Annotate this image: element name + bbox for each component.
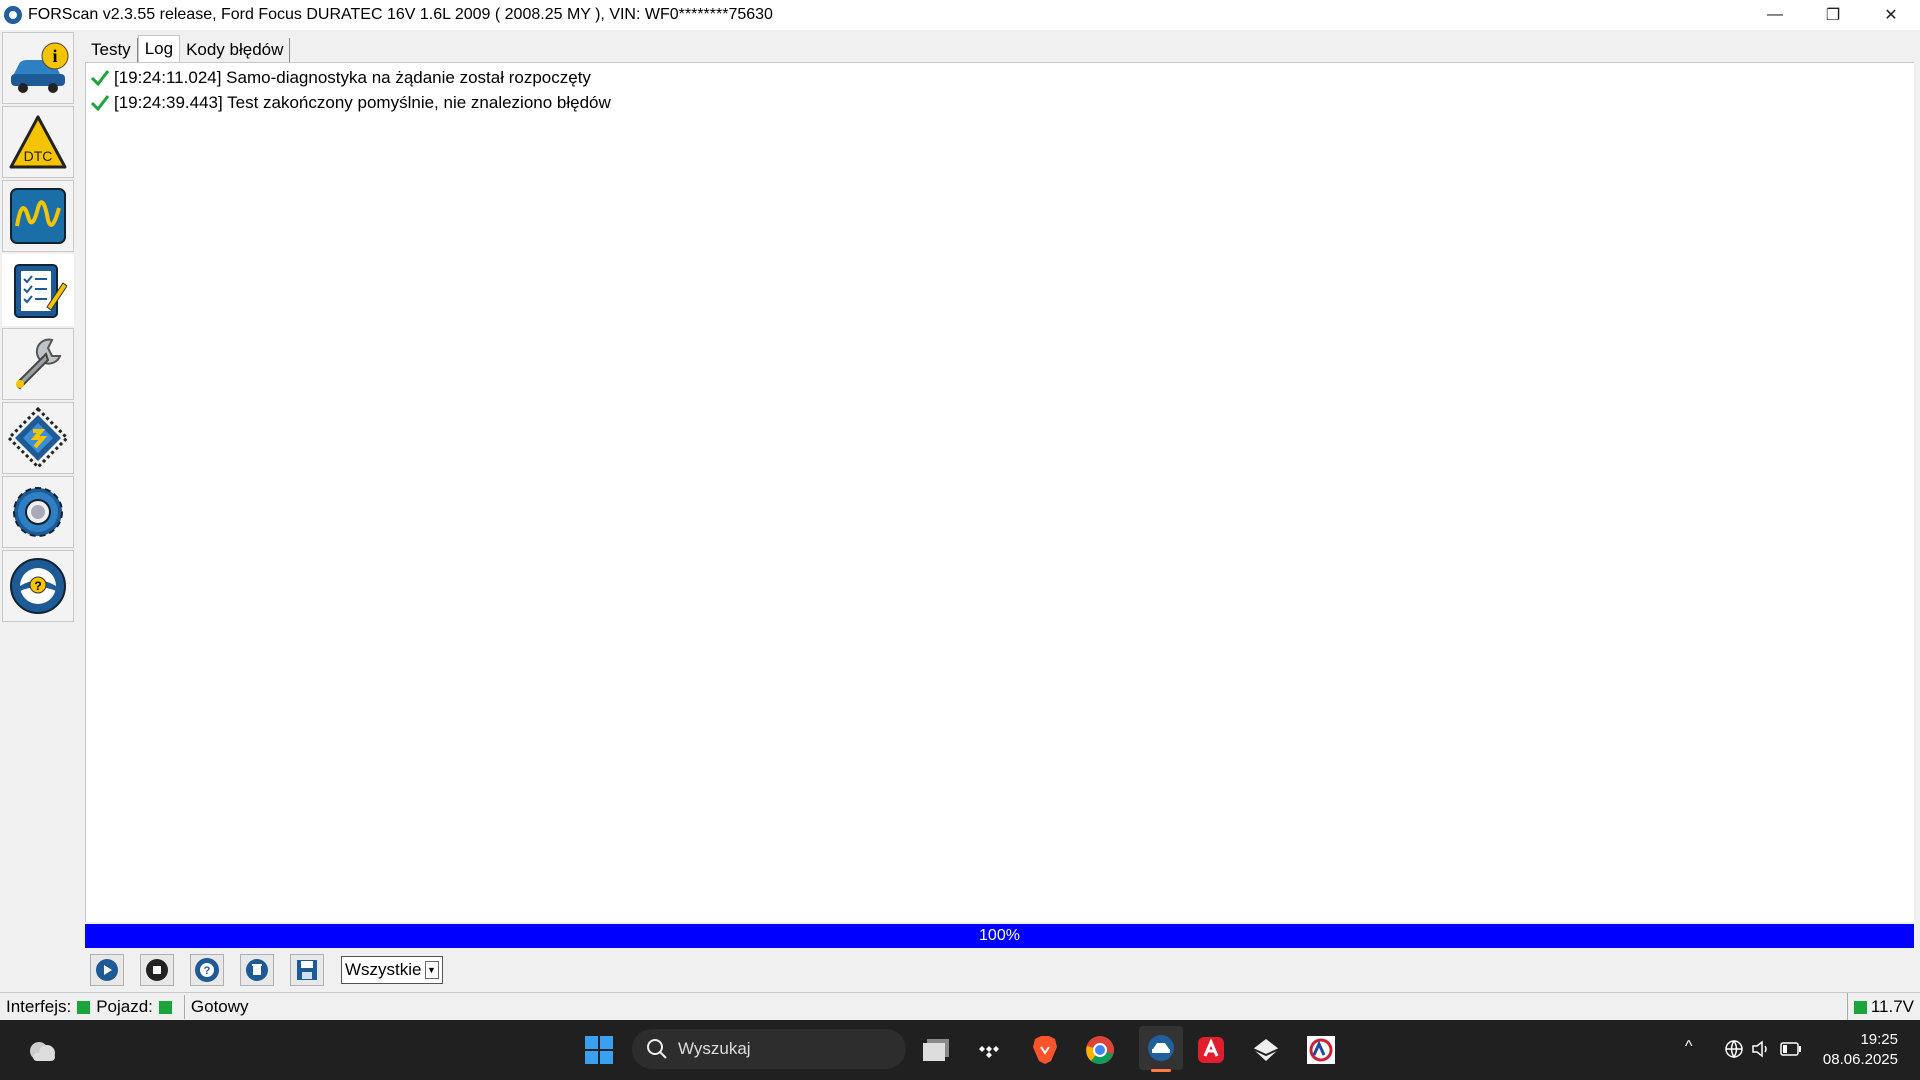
- progress-bar: 100%: [85, 924, 1914, 948]
- window-title: FORScan v2.3.55 release, Ford Focus DURA…: [28, 6, 773, 23]
- vehicle-indicator: [158, 1000, 172, 1014]
- stop-button[interactable]: [140, 954, 174, 986]
- network-icon[interactable]: [1722, 1036, 1746, 1062]
- voltage-value: 11.7V: [1870, 997, 1914, 1016]
- main-content: Testy Log Kody błędów [19:24:11.024] Sam…: [85, 30, 1914, 992]
- taskbar-app-brave[interactable]: [1029, 1034, 1061, 1066]
- taskbar-app-chrome[interactable]: [1084, 1034, 1116, 1066]
- sidebar-item-tests[interactable]: [2, 254, 74, 326]
- envelope-icon: [1252, 1039, 1280, 1061]
- vehicle-label: Pojazd:: [96, 997, 153, 1016]
- tidal-icon: [979, 1046, 999, 1058]
- close-button[interactable]: ✕: [1862, 0, 1920, 30]
- window-controls: — ❐ ✕: [1746, 0, 1920, 30]
- interface-indicator: [77, 1000, 91, 1014]
- taskbar-app-autocom[interactable]: [1305, 1034, 1337, 1066]
- sidebar-item-configuration[interactable]: [2, 402, 74, 474]
- autocom-icon: [1307, 1036, 1335, 1064]
- cloud-icon: [30, 1042, 55, 1061]
- log-entry-text: [19:24:39.443] Test zakończony pomyślnie…: [114, 93, 611, 112]
- weather-widget[interactable]: [26, 1034, 58, 1066]
- sidebar-item-dtc[interactable]: DTC: [2, 106, 74, 178]
- sidebar: i DTC ?: [0, 30, 76, 992]
- log-entry-text: [19:24:11.024] Samo-diagnostyka na żądan…: [114, 68, 591, 87]
- start-button[interactable]: [583, 1034, 615, 1066]
- clear-log-icon: [246, 959, 268, 981]
- save-button[interactable]: [290, 954, 324, 986]
- status-bar: Interfejs: Pojazd: Gotowy 11.7V: [0, 992, 1920, 1021]
- battery-icon[interactable]: [1778, 1036, 1804, 1062]
- task-view-icon: [923, 1039, 949, 1061]
- taskbar-app-forscan[interactable]: [1139, 1026, 1183, 1072]
- tab-log[interactable]: Log: [137, 35, 181, 62]
- app-red-icon: [1198, 1037, 1224, 1063]
- svg-text:DTC: DTC: [24, 148, 53, 164]
- clock-time: 19:25: [1860, 1031, 1898, 1048]
- svg-text:i: i: [52, 46, 57, 66]
- sidebar-item-settings[interactable]: [2, 476, 74, 548]
- stop-icon: [146, 959, 168, 981]
- tab-bar: Testy Log Kody błędów: [85, 35, 291, 62]
- log-entry: [19:24:11.024] Samo-diagnostyka na żądan…: [90, 66, 591, 90]
- taskbar-app-mail[interactable]: [1250, 1034, 1282, 1066]
- taskbar-search[interactable]: Wyszukaj: [632, 1029, 906, 1069]
- car-info-icon: i: [11, 42, 69, 93]
- taskbar: Wyszukaj ^ 19:25 08.06.2025: [0, 1020, 1920, 1080]
- brave-icon: [1033, 1036, 1057, 1064]
- tab-testy[interactable]: Testy: [85, 38, 138, 62]
- checkmark-icon: [90, 95, 110, 112]
- gear-icon: [13, 487, 63, 537]
- divider: [183, 995, 185, 1019]
- taskbar-app-red[interactable]: [1195, 1034, 1227, 1066]
- sidebar-item-oscilloscope[interactable]: [2, 180, 74, 252]
- help-lifebuoy-icon: ?: [195, 958, 219, 982]
- toolbar: ? Wszystkie ▼: [85, 952, 1914, 988]
- forscan-icon: [1148, 1035, 1174, 1061]
- chip-icon: [7, 407, 69, 469]
- search-icon: [647, 1039, 667, 1059]
- voltage-indicator: [1853, 1000, 1867, 1014]
- forscan-app-icon: [4, 6, 22, 24]
- sidebar-item-service[interactable]: [2, 328, 74, 400]
- svg-text:?: ?: [204, 965, 211, 977]
- help-button[interactable]: ?: [190, 954, 224, 986]
- save-icon: [297, 960, 317, 980]
- clock-date: 08.06.2025: [1822, 1051, 1898, 1068]
- checkmark-icon: [90, 70, 110, 87]
- log-filter-select[interactable]: Wszystkie ▼: [341, 956, 443, 984]
- taskbar-clock[interactable]: 19:25 08.06.2025: [1823, 1030, 1898, 1070]
- taskbar-app-tidal[interactable]: [975, 1034, 1007, 1066]
- task-view-button[interactable]: [920, 1034, 952, 1066]
- interface-label: Interfejs:: [6, 997, 72, 1016]
- sidebar-item-vehicle-info[interactable]: i: [2, 32, 74, 104]
- dtc-warning-icon: DTC: [9, 115, 67, 169]
- voltage-display: 11.7V: [1846, 993, 1914, 1021]
- status-text: Gotowy: [190, 997, 249, 1016]
- start-button[interactable]: [90, 954, 124, 986]
- help-wheel-icon: ?: [10, 558, 66, 614]
- active-app-indicator: [1151, 1069, 1171, 1072]
- log-entry: [19:24:39.443] Test zakończony pomyślnie…: [90, 91, 611, 115]
- play-icon: [96, 959, 118, 981]
- title-bar: FORScan v2.3.55 release, Ford Focus DURA…: [0, 0, 1920, 30]
- chrome-icon: [1086, 1036, 1114, 1064]
- windows-icon: [585, 1036, 613, 1064]
- checklist-icon: [14, 264, 67, 318]
- search-placeholder: Wyszukaj: [678, 1039, 751, 1058]
- chevron-up-icon[interactable]: ^: [1685, 1038, 1693, 1056]
- sidebar-item-help[interactable]: ?: [2, 550, 74, 622]
- svg-text:?: ?: [34, 579, 41, 593]
- wrench-icon: [16, 338, 62, 390]
- clear-log-button[interactable]: [240, 954, 274, 986]
- waveform-icon: [10, 188, 66, 244]
- tab-kody-bledow[interactable]: Kody błędów: [180, 38, 291, 62]
- chevron-down-icon: ▼: [424, 961, 439, 979]
- minimize-button[interactable]: —: [1746, 0, 1804, 30]
- log-panel[interactable]: [19:24:11.024] Samo-diagnostyka na żądan…: [85, 62, 1914, 922]
- log-filter-value: Wszystkie: [345, 960, 422, 979]
- volume-icon[interactable]: [1748, 1036, 1772, 1062]
- maximize-button[interactable]: ❐: [1804, 0, 1862, 30]
